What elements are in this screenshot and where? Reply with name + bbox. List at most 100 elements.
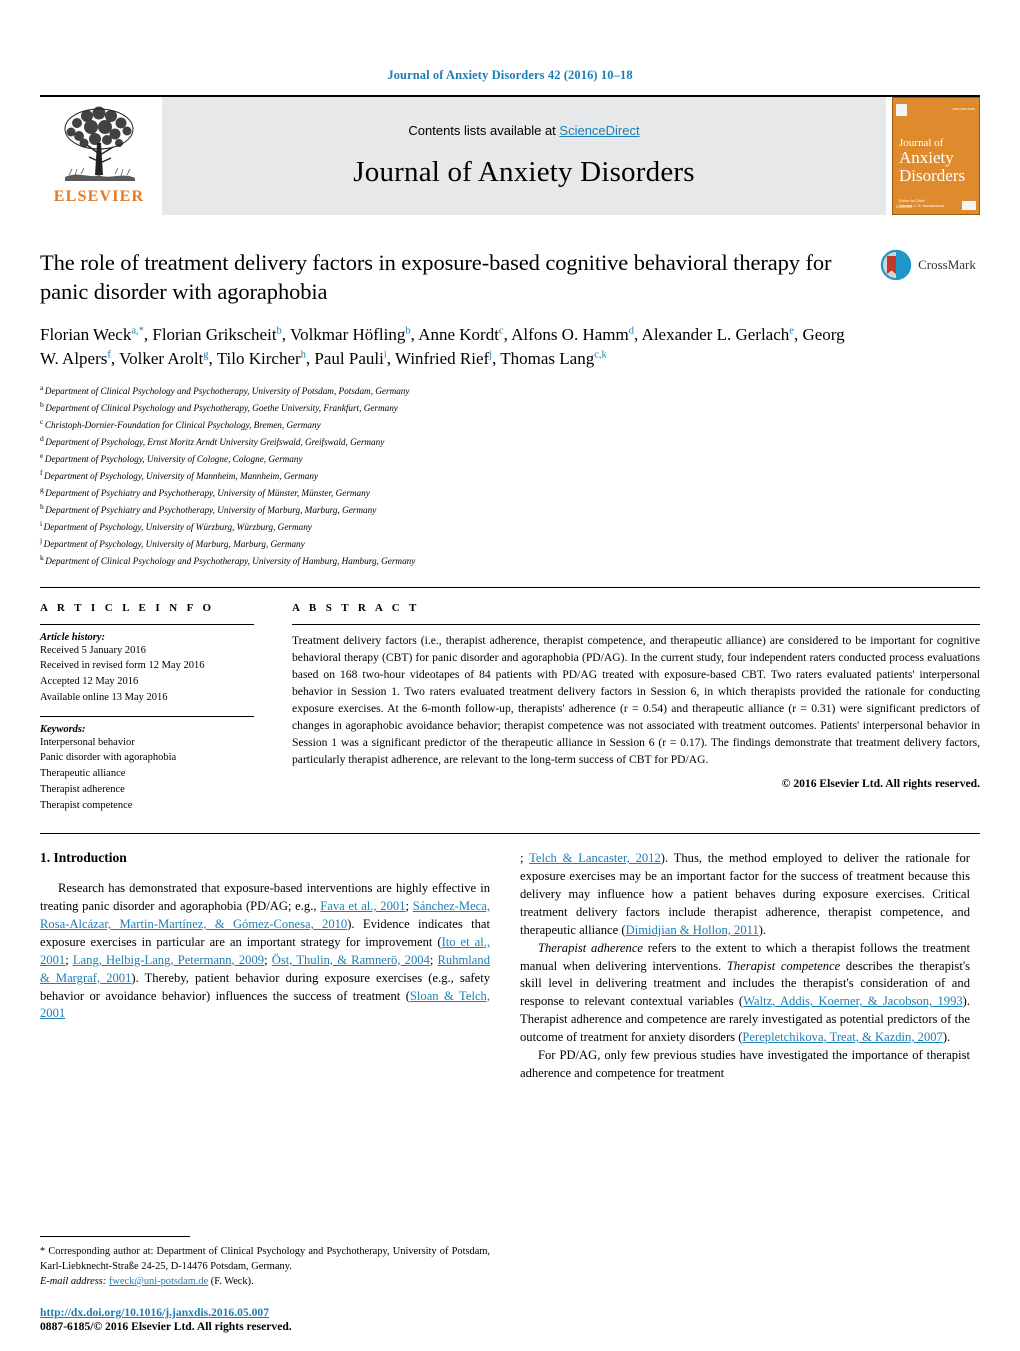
author-item[interactable]: Volkmar Höflingb (290, 325, 411, 344)
affiliation-item: c Christoph-Dornier-Foundation for Clinic… (40, 416, 980, 433)
author-item[interactable]: Volker Aroltg (119, 349, 208, 368)
keywords-label: Keywords: (40, 723, 86, 735)
issn-copyright-line: 0887-6185/© 2016 Elsevier Ltd. All right… (40, 1320, 292, 1333)
author-affiliation-mark[interactable]: c (499, 325, 504, 336)
intro-paragraph-right-2: Therapist adherence refers to the extent… (520, 940, 970, 1047)
intro-text-end: ). (758, 922, 767, 937)
keywords-rule (40, 715, 254, 717)
cover-logo-box (896, 104, 907, 116)
email-link[interactable]: fweck@uni-potsdam.de (109, 1276, 208, 1287)
author-item[interactable]: Florian Wecka,* (40, 325, 144, 344)
affiliation-text: Department of Psychology, Ernst Moritz A… (45, 436, 385, 447)
author-item[interactable]: Thomas Langc,k (500, 349, 607, 368)
sciencedirect-link[interactable]: ScienceDirect (559, 123, 639, 138)
footnote-block: * Corresponding author at: Department of… (40, 1235, 490, 1289)
author-affiliation-mark[interactable]: c,k (594, 350, 607, 361)
author-item[interactable]: Tilo Kircherh (217, 349, 306, 368)
cover-title-line2: Disorders (899, 165, 966, 185)
intro-text-f: ; (429, 952, 438, 967)
cover-topnote: ISSN 0887-6185 (953, 107, 976, 112)
cover-title-line1: Anxiety (899, 148, 954, 168)
affiliation-text: Department of Clinical Psychology and Ps… (45, 555, 416, 566)
abstract-rule (292, 623, 980, 625)
history-item: Available online 13 May 2016 (40, 691, 168, 703)
citation-link[interactable]: Lang, Helbig-Lang, Petermann, 2009 (73, 953, 264, 967)
elsevier-tree-icon (64, 106, 135, 181)
article-page: Journal of Anxiety Disorders 42 (2016) 1… (0, 0, 1020, 1351)
crossmark-label: CrossMark (918, 257, 976, 272)
keyword-item: Therapeutic alliance (40, 768, 126, 780)
journal-title: Journal of Anxiety Disorders (353, 156, 695, 188)
history-item: Accepted 12 May 2016 (40, 676, 139, 688)
footnote-rule (40, 1235, 190, 1237)
intro-text-b: ; (405, 899, 413, 914)
author-affiliation-mark[interactable]: g (203, 350, 208, 361)
cover-bottom: ELSEVIER (896, 201, 976, 210)
author-item[interactable]: Winfried Riefj (395, 349, 492, 368)
affiliation-item: j Department of Psychology, University of… (40, 535, 980, 552)
history-item: Received 5 January 2016 (40, 644, 146, 656)
term-therapist-competence: Therapist competence (726, 958, 841, 973)
footnote-text: Corresponding author at: Department of C… (40, 1245, 490, 1272)
author-affiliation-mark[interactable]: d (629, 325, 634, 336)
intro-paragraph-left: Research has demonstrated that exposure-… (40, 880, 490, 1023)
author-affiliation-mark[interactable]: h (301, 350, 306, 361)
cover-title-prefix: Journal of (899, 137, 944, 149)
author-affiliation-mark[interactable]: b (277, 325, 282, 336)
affiliation-item: f Department of Psychology, University of… (40, 467, 980, 484)
author-affiliation-mark[interactable]: f (107, 350, 111, 361)
intro-text-e: ; (264, 952, 272, 967)
affiliation-item: d Department of Psychology, Ernst Moritz … (40, 433, 980, 450)
crossmark-badge[interactable]: CrossMark (874, 247, 980, 283)
intro-paragraph-right-1: ; Telch & Lancaster, 2012). Thus, the me… (520, 850, 970, 939)
citation-link[interactable]: Dimidjian & Hollon, 2011 (626, 923, 759, 937)
author-affiliation-mark[interactable]: j (489, 350, 492, 361)
author-list: Florian Wecka,*, Florian Grikscheitb, Vo… (40, 324, 845, 369)
history-item: Received in revised form 12 May 2016 (40, 660, 205, 672)
keyword-item: Interpersonal behavior (40, 736, 135, 748)
author-affiliation-mark[interactable]: a,* (131, 325, 144, 336)
article-info-heading: A R T I C L E I N F O (40, 601, 215, 614)
citation-link[interactable]: Öst, Thulin, & Ramnerö, 2004 (272, 953, 430, 967)
author-affiliation-mark[interactable]: e (789, 325, 794, 336)
intro-text-d: ; (65, 952, 73, 967)
body-column-right: ; Telch & Lancaster, 2012). Thus, the me… (520, 850, 970, 1082)
contents-available-line: Contents lists available at ScienceDirec… (408, 123, 639, 138)
author-item[interactable]: Alfons O. Hammd (511, 325, 634, 344)
author-affiliation-mark[interactable]: b (405, 325, 410, 336)
author-affiliation-mark[interactable]: i (384, 350, 387, 361)
affiliation-item: b Department of Clinical Psychology and P… (40, 399, 980, 416)
affiliation-text: Department of Psychology, University of … (43, 538, 305, 549)
author-item[interactable]: Anne Kordtc (418, 325, 503, 344)
affiliation-text: Department of Psychology, University of … (44, 470, 319, 481)
running-head: Journal of Anxiety Disorders 42 (2016) 1… (387, 68, 633, 82)
page-title: The role of treatment delivery factors i… (40, 250, 832, 304)
elsevier-wordmark: ELSEVIER (53, 188, 145, 205)
elsevier-logo: ELSEVIER (40, 97, 158, 215)
intro-paragraph-right-3: For PD/AG, only few previous studies hav… (520, 1047, 970, 1080)
citation-link[interactable]: Fava et al., 2001 (320, 899, 405, 913)
affiliation-item: a Department of Clinical Psychology and P… (40, 382, 980, 399)
citation-link[interactable]: Waltz, Addis, Koerner, & Jacobson, 1993 (743, 994, 963, 1008)
affiliation-text: Department of Psychology, University of … (44, 453, 303, 464)
citation-link[interactable]: Perepletchikova, Treat, & Kazdin, 2007 (742, 1030, 942, 1044)
keywords-block: Keywords: Interpersonal behavior Panic d… (40, 724, 256, 814)
citation-link[interactable]: Telch & Lancaster, 2012 (529, 851, 661, 865)
info-abstract-section: A R T I C L E I N F O Article history: R… (40, 588, 980, 814)
abstract-column: A B S T R A C T Treatment delivery facto… (292, 602, 980, 814)
abstract-heading: A B S T R A C T (292, 601, 420, 614)
author-item[interactable]: Florian Grikscheitb (152, 325, 281, 344)
affiliation-item: e Department of Psychology, University of… (40, 450, 980, 467)
doi-link[interactable]: http://dx.doi.org/10.1016/j.janxdis.2016… (40, 1306, 540, 1319)
affiliation-item: i Department of Psychology, University of… (40, 518, 980, 535)
abstract-text: Treatment delivery factors (i.e., therap… (292, 633, 980, 766)
article-history-label: Article history: (40, 631, 106, 643)
article-info-column: A R T I C L E I N F O Article history: R… (40, 602, 292, 814)
author-item[interactable]: Alexander L. Gerlache (642, 325, 794, 344)
affiliation-text: Department of Clinical Psychology and Ps… (45, 402, 398, 413)
affiliation-item: g Department of Psychiatry and Psychother… (40, 484, 980, 501)
title-block: CrossMark The role of treatment delivery… (40, 247, 980, 569)
affiliation-item: h Department of Psychiatry and Psychother… (40, 501, 980, 518)
keyword-item: Panic disorder with agoraphobia (40, 752, 177, 764)
author-item[interactable]: Paul Paulii (314, 349, 386, 368)
